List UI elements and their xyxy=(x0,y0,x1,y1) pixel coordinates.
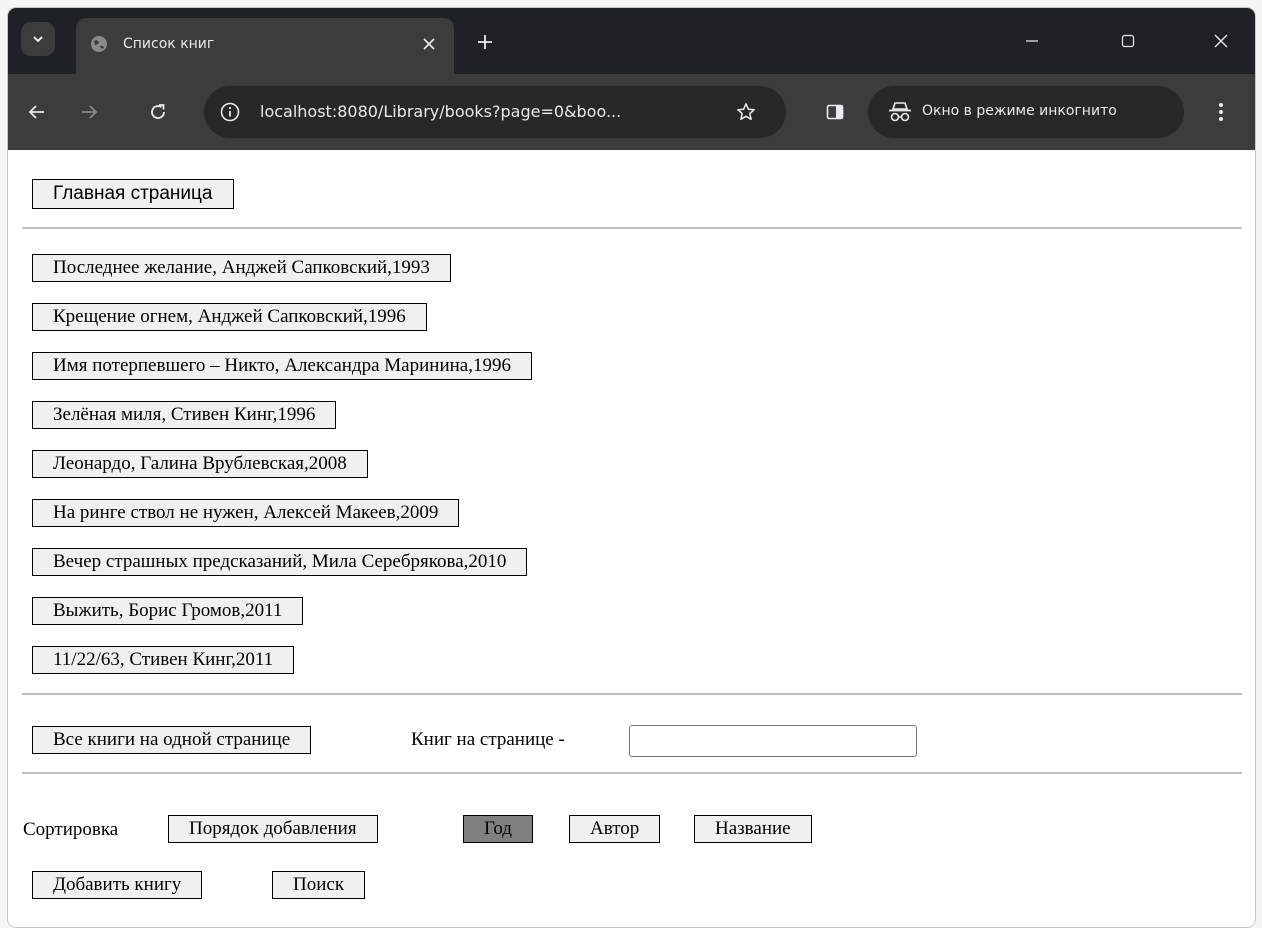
add-book-button[interactable]: Добавить книгу xyxy=(32,871,203,899)
all-books-button[interactable]: Все книги на одной странице xyxy=(32,726,312,754)
minimize-icon xyxy=(1026,40,1038,42)
side-panel-button[interactable] xyxy=(818,95,852,129)
incognito-icon xyxy=(889,102,911,122)
tab-strip: Список книг xyxy=(8,8,1255,74)
star-icon xyxy=(737,103,755,121)
incognito-label: Окно в режиме инкогнито xyxy=(922,103,1117,119)
sort-title-button[interactable]: Название xyxy=(694,815,812,843)
browser-toolbar: localhost:8080/Library/books?page=0&boo.… xyxy=(8,74,1255,150)
chevron-down-icon xyxy=(33,36,43,43)
divider xyxy=(22,693,1242,695)
book-button[interactable]: Имя потерпевшего – Никто, Александра Мар… xyxy=(32,352,532,380)
close-window-button[interactable] xyxy=(1206,26,1236,56)
page-content: Главная страница Последнее желание, Андж… xyxy=(8,150,1255,927)
book-button[interactable]: На ринге ствол не нужен, Алексей Макеев,… xyxy=(32,499,460,527)
book-button[interactable]: Последнее желание, Анджей Сапковский,199… xyxy=(32,254,451,282)
incognito-indicator[interactable]: Окно в режиме инкогнито xyxy=(868,86,1184,138)
reload-button[interactable] xyxy=(141,95,175,129)
per-page-input[interactable] xyxy=(629,725,917,757)
arrow-left-icon xyxy=(28,105,44,119)
book-button[interactable]: Зелёная миля, Стивен Кинг,1996 xyxy=(32,401,337,429)
per-page-label: Книг на странице - xyxy=(411,729,565,750)
sort-year-button[interactable]: Год xyxy=(463,815,533,843)
maximize-icon xyxy=(1121,34,1135,48)
maximize-button[interactable] xyxy=(1113,26,1143,56)
forward-button[interactable] xyxy=(72,95,106,129)
reload-icon xyxy=(151,104,165,119)
address-url: localhost:8080/Library/books?page=0&boo.… xyxy=(260,102,622,121)
home-page-button[interactable]: Главная страница xyxy=(32,179,234,209)
minimize-button[interactable] xyxy=(1017,26,1047,56)
back-button[interactable] xyxy=(20,95,54,129)
sort-author-button[interactable]: Автор xyxy=(569,815,661,843)
more-vert-icon xyxy=(1219,103,1223,121)
info-icon xyxy=(220,102,240,122)
sort-label: Сортировка xyxy=(23,819,119,840)
tab-active[interactable]: Список книг xyxy=(76,18,454,74)
tab-close-button[interactable] xyxy=(416,31,442,57)
new-tab-button[interactable] xyxy=(470,27,500,57)
side-panel-icon xyxy=(826,104,844,120)
book-button[interactable]: Выжить, Борис Громов,2011 xyxy=(32,597,304,625)
browser-window: Список книг localhost:8080/Library/books… xyxy=(8,8,1255,927)
book-button[interactable]: Леонардо, Галина Врублевская,2008 xyxy=(32,450,368,478)
divider xyxy=(22,227,1242,229)
close-icon xyxy=(1214,34,1228,48)
browser-menu-button[interactable] xyxy=(1204,95,1238,129)
book-button[interactable]: Вечер страшных предсказаний, Мила Серебр… xyxy=(32,548,528,576)
sort-order-added-button[interactable]: Порядок добавления xyxy=(168,815,378,843)
globe-icon xyxy=(91,36,107,52)
site-info-button[interactable] xyxy=(216,98,244,126)
tab-title: Список книг xyxy=(123,36,215,52)
divider xyxy=(22,772,1242,774)
address-bar[interactable]: localhost:8080/Library/books?page=0&boo.… xyxy=(204,86,786,138)
bookmark-button[interactable] xyxy=(732,98,760,126)
close-icon xyxy=(423,38,435,50)
book-button[interactable]: Крещение огнем, Анджей Сапковский,1996 xyxy=(32,303,427,331)
book-button[interactable]: 11/22/63, Стивен Кинг,2011 xyxy=(32,646,295,674)
arrow-right-icon xyxy=(82,105,98,119)
search-button[interactable]: Поиск xyxy=(272,871,366,899)
plus-icon xyxy=(478,35,492,49)
tab-search-button[interactable] xyxy=(21,22,55,56)
